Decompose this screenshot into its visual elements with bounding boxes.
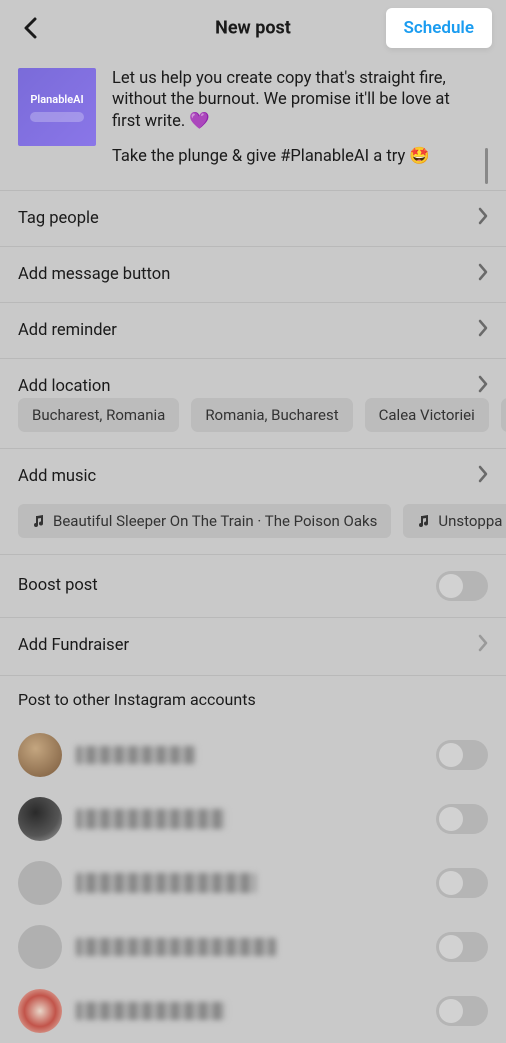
add-message-button-label: Add message button (18, 265, 170, 284)
chevron-right-icon (478, 207, 488, 230)
account-row (0, 979, 506, 1043)
music-note-icon (32, 514, 45, 527)
add-reminder-label: Add reminder (18, 321, 117, 340)
post-preview: PlanableAI Let us help you create copy t… (0, 56, 506, 190)
chevron-left-icon (23, 17, 37, 39)
account-toggle[interactable] (436, 996, 488, 1026)
account-name-redacted (76, 938, 276, 956)
back-button[interactable] (18, 16, 42, 40)
account-name-redacted (76, 873, 256, 893)
header: New post Schedule (0, 0, 506, 56)
music-suggestions: Beautiful Sleeper On The Train · The Poi… (0, 504, 506, 554)
avatar (18, 733, 62, 777)
chevron-right-icon (478, 634, 488, 657)
chevron-right-icon (478, 263, 488, 286)
caption-scroll-indicator (485, 148, 488, 184)
account-name-redacted (76, 809, 226, 829)
account-row (0, 723, 506, 787)
location-chip[interactable]: Calea Victoriei (365, 398, 489, 432)
account-row (0, 851, 506, 915)
music-chip-label: Beautiful Sleeper On The Train · The Poi… (53, 512, 377, 530)
avatar (18, 989, 62, 1033)
add-fundraiser-row[interactable]: Add Fundraiser (0, 617, 506, 673)
account-toggle[interactable] (436, 932, 488, 962)
boost-post-toggle[interactable] (436, 571, 488, 601)
post-thumbnail[interactable]: PlanableAI (18, 68, 96, 146)
account-toggle[interactable] (436, 740, 488, 770)
add-message-button-row[interactable]: Add message button (0, 246, 506, 302)
post-caption[interactable]: Let us help you create copy that's strai… (112, 68, 488, 172)
caption-line-1: Let us help you create copy that's strai… (112, 68, 476, 132)
caption-line-2: Take the plunge & give #PlanableAI a try… (112, 146, 476, 167)
thumbnail-bar (30, 112, 84, 122)
chevron-right-icon (478, 465, 488, 488)
account-name-redacted (76, 1002, 226, 1020)
thumbnail-text: PlanableAI (30, 93, 83, 106)
add-music-row[interactable]: Add music (0, 448, 506, 504)
add-location-row[interactable]: Add location (0, 358, 506, 398)
schedule-button[interactable]: Schedule (386, 8, 493, 48)
account-name-redacted (76, 746, 196, 764)
account-toggle[interactable] (436, 868, 488, 898)
boost-post-row: Boost post (0, 554, 506, 617)
add-location-label: Add location (18, 377, 110, 396)
location-chip[interactable]: Romania, Bucharest (191, 398, 352, 432)
boost-post-label: Boost post (18, 576, 98, 595)
music-chip[interactable]: Unstoppa (403, 504, 506, 538)
location-suggestions: Bucharest, Romania Romania, Bucharest Ca… (0, 398, 506, 448)
chevron-right-icon (478, 319, 488, 342)
post-section-title: Post to other Instagram accounts (0, 676, 506, 723)
add-music-label: Add music (18, 467, 96, 486)
tag-people-row[interactable]: Tag people (0, 190, 506, 246)
account-row (0, 915, 506, 979)
post-to-other-accounts-section: Post to other Instagram accounts (0, 675, 506, 1043)
add-fundraiser-label: Add Fundraiser (18, 636, 129, 655)
avatar (18, 925, 62, 969)
tag-people-label: Tag people (18, 209, 99, 228)
music-note-icon (417, 514, 430, 527)
location-chip[interactable]: G (501, 398, 506, 432)
account-toggle[interactable] (436, 804, 488, 834)
avatar (18, 797, 62, 841)
account-row (0, 787, 506, 851)
music-chip-label: Unstoppa (438, 512, 502, 530)
page-title: New post (215, 18, 291, 39)
chevron-right-icon (478, 375, 488, 398)
location-chip[interactable]: Bucharest, Romania (18, 398, 179, 432)
add-reminder-row[interactable]: Add reminder (0, 302, 506, 358)
music-chip[interactable]: Beautiful Sleeper On The Train · The Poi… (18, 504, 391, 538)
avatar (18, 861, 62, 905)
